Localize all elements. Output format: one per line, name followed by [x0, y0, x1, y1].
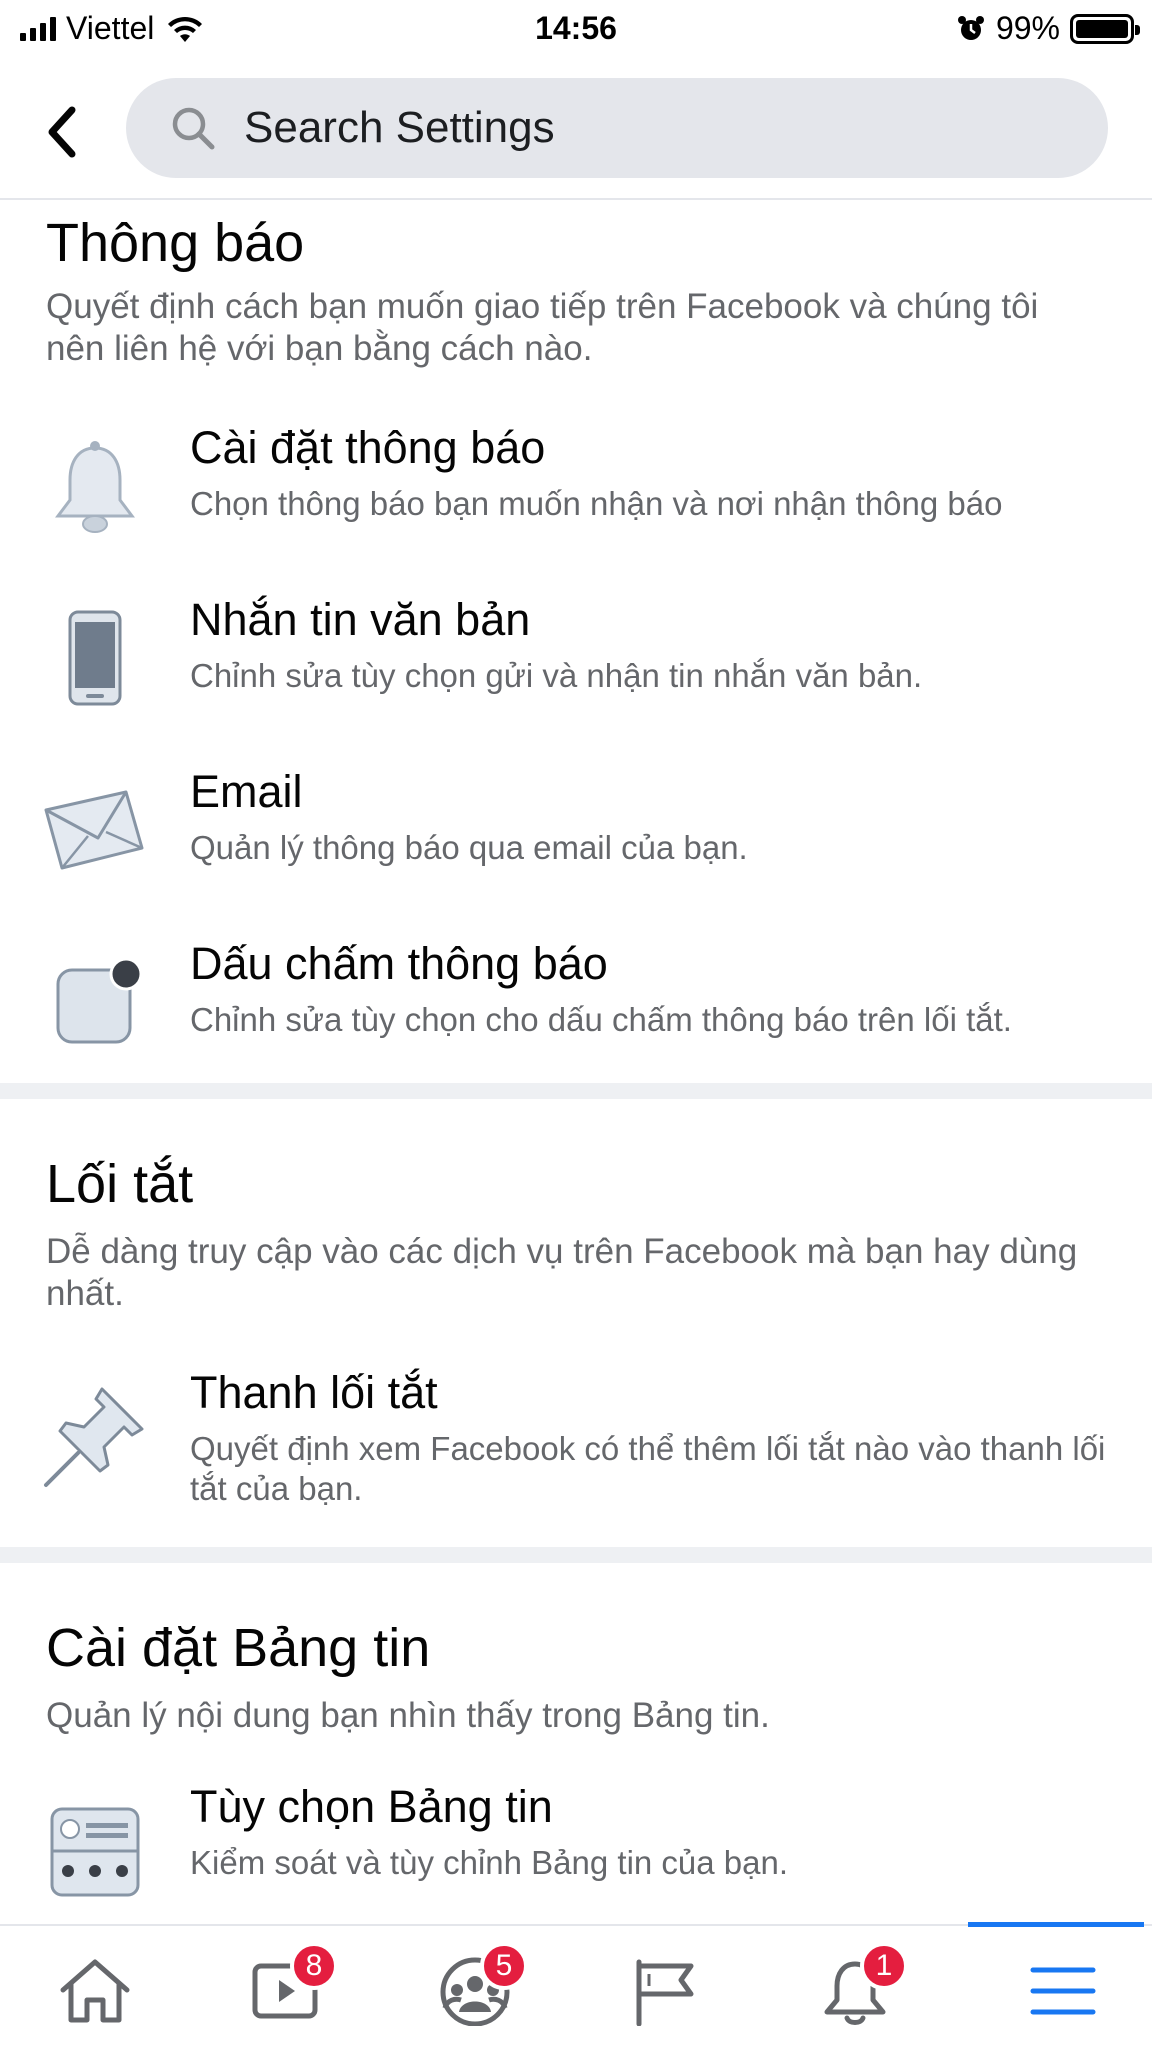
item-description: Chỉnh sửa tùy chọn cho dấu chấm thông bá… [190, 1001, 1012, 1038]
search-icon [172, 107, 215, 150]
chevron-left-icon [48, 106, 76, 158]
section-title: Cài đặt Bảng tin [46, 1618, 431, 1678]
item-label: Thanh lối tắt [190, 1367, 438, 1418]
section-divider [0, 1083, 1152, 1099]
notification-settings-item[interactable]: Cài đặt thông báo Chọn thông báo bạn muố… [0, 412, 1152, 562]
item-description: Quyết định xem Facebook có thể thêm lối … [190, 1430, 1106, 1507]
tab-notifications[interactable]: 1 [760, 1926, 950, 2048]
shortcut-bar-item[interactable]: Thanh lối tắt Quyết định xem Facebook có… [0, 1361, 1152, 1511]
section-description: Quản lý nội dung bạn nhìn thấy trong Bản… [46, 1696, 770, 1735]
item-description: Kiểm soát và tùy chỉnh Bảng tin của bạn. [190, 1844, 789, 1881]
email-item[interactable]: Email Quản lý thông báo qua email của bạ… [0, 756, 1152, 906]
home-icon [60, 1959, 130, 2023]
battery-percentage: 99% [995, 10, 1060, 46]
section-divider [0, 1547, 1152, 1563]
pushpin-icon [44, 1387, 144, 1487]
search-input[interactable] [244, 103, 1044, 153]
text-messaging-item[interactable]: Nhắn tin văn bản Chỉnh sửa tùy chọn gửi … [0, 584, 1152, 734]
section-title: Thông báo [46, 213, 305, 273]
item-description: Chỉnh sửa tùy chọn gửi và nhận tin nhắn … [190, 657, 923, 694]
notification-dot-icon [56, 957, 143, 1044]
section-title: Lối tắt [46, 1154, 194, 1214]
bell-icon [55, 441, 135, 533]
item-label: Tùy chọn Bảng tin [190, 1781, 553, 1832]
tab-watch[interactable]: 8 [190, 1926, 380, 2048]
phone-icon [68, 610, 122, 706]
settings-header [0, 58, 1152, 200]
news-feed-icon [50, 1807, 140, 1897]
notifications-badge: 1 [860, 1942, 908, 1990]
item-description: Chọn thông báo bạn muốn nhận và nơi nhận… [190, 485, 1003, 522]
item-label: Nhắn tin văn bản [190, 594, 531, 645]
status-bar: Viettel 14:56 99% [0, 0, 1152, 58]
envelope-icon [44, 790, 144, 870]
back-button[interactable] [40, 98, 90, 168]
tab-pages[interactable] [570, 1926, 760, 2048]
alarm-icon [957, 15, 984, 40]
battery-icon [1070, 13, 1140, 44]
item-label: Dấu chấm thông báo [190, 938, 608, 989]
active-tab-indicator [968, 1922, 1144, 1927]
menu-icon [1030, 1967, 1096, 2015]
notification-dots-item[interactable]: Dấu chấm thông báo Chỉnh sửa tùy chọn ch… [0, 928, 1152, 1078]
tab-groups[interactable]: 5 [380, 1926, 570, 2048]
item-label: Email [190, 766, 303, 817]
item-label: Cài đặt thông báo [190, 422, 546, 473]
tab-home[interactable] [0, 1926, 190, 2048]
watch-badge: 8 [290, 1942, 338, 1990]
bottom-tab-bar: 8 5 1 [0, 1922, 1152, 2048]
news-feed-preferences-item[interactable]: Tùy chọn Bảng tin Kiểm soát và tùy chỉnh… [0, 1781, 1152, 1931]
groups-badge: 5 [480, 1942, 528, 1990]
search-bar[interactable] [126, 78, 1108, 178]
flag-icon [636, 1959, 694, 2026]
item-description: Quản lý thông báo qua email của bạn. [190, 829, 748, 866]
tab-menu[interactable] [968, 1922, 1152, 2048]
section-description: Dễ dàng truy cập vào các dịch vụ trên Fa… [46, 1232, 1078, 1313]
section-description: Quyết định cách bạn muốn giao tiếp trên … [46, 287, 1039, 368]
